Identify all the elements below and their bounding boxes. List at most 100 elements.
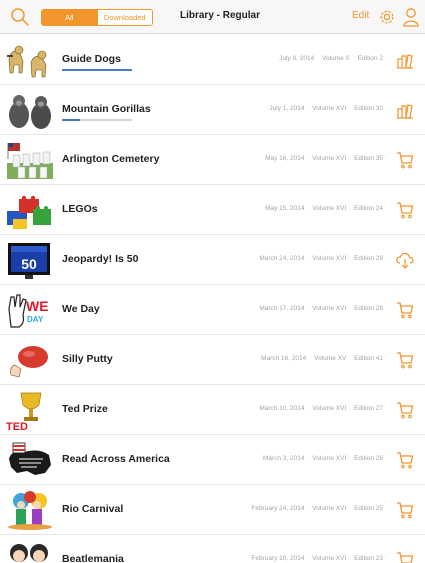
rio-carnival-thumbnail [8, 491, 52, 530]
cart-icon[interactable] [395, 350, 415, 370]
item-title: Guide Dogs [62, 53, 121, 65]
item-date: July 8, 2014 [279, 55, 315, 62]
item-edition: Edition 35 [354, 155, 383, 162]
item-edition: Edition 27 [354, 405, 383, 412]
segment-downloaded[interactable]: Downloaded [96, 10, 152, 25]
page-title: Library - Regular [179, 10, 261, 21]
item-meta: July 8, 2014 Volume S Edition 2 [273, 55, 383, 62]
cart-icon[interactable] [395, 300, 415, 320]
list-item-ted-prize[interactable]: TED Ted Prize March 10, 2014 Volume XVI … [0, 385, 425, 435]
item-volume: Volume XVI [312, 255, 347, 262]
cart-icon[interactable] [395, 450, 415, 470]
cart-icon[interactable] [395, 400, 415, 420]
item-edition: Edition 30 [354, 105, 383, 112]
list-item-rio-carnival[interactable]: Rio Carnival February 24, 2014 Volume XV… [0, 485, 425, 535]
item-date: May 15, 2014 [265, 205, 305, 212]
filter-segmented-control: All Downloaded [41, 9, 153, 26]
item-meta: May 16, 2014 Volume XVI Edition 35 [259, 155, 383, 162]
progress-fill [62, 69, 132, 71]
item-edition: Edition 24 [354, 205, 383, 212]
we-day-we-text: WE [26, 298, 49, 314]
item-title: Read Across America [62, 453, 170, 465]
item-title: Jeopardy! Is 50 [62, 253, 139, 265]
list-item-legos[interactable]: LEGOs May 15, 2014 Volume XVI Edition 24 [0, 185, 425, 235]
guide-dogs-thumbnail [7, 45, 47, 78]
list-item-guide-dogs[interactable]: Guide Dogs July 8, 2014 Volume S Edition… [0, 35, 425, 85]
user-icon[interactable] [402, 7, 420, 27]
search-icon[interactable] [10, 7, 30, 27]
item-edition: Edition 29 [354, 255, 383, 262]
gear-icon[interactable] [378, 8, 396, 26]
progress-fill [62, 119, 80, 121]
item-title: Rio Carnival [62, 503, 124, 515]
item-title: Ted Prize [62, 403, 108, 415]
item-meta: February 24, 2014 Volume XVI Edition 25 [245, 505, 383, 512]
legos-thumbnail [7, 195, 51, 229]
arlington-cemetery-thumbnail [7, 143, 53, 179]
item-title: Mountain Gorillas [62, 103, 151, 115]
list-item-we-day[interactable]: WE DAY We Day March 17, 2014 Volume XVI … [0, 285, 425, 335]
item-date: February 24, 2014 [251, 505, 305, 512]
item-edition: Edition 41 [354, 355, 383, 362]
jeopardy-thumbnail: 50 [8, 243, 50, 279]
item-meta: July 1, 2014 Volume XVI Edition 30 [263, 105, 383, 112]
item-meta: February 10, 2014 Volume XVI Edition 23 [245, 555, 383, 562]
item-date: July 1, 2014 [269, 105, 305, 112]
item-volume: Volume S [322, 55, 350, 62]
item-meta: March 10, 2014 Volume XVI Edition 27 [253, 405, 383, 412]
list-item-jeopardy[interactable]: 50 Jeopardy! Is 50 March 24, 2014 Volume… [0, 235, 425, 285]
item-meta: March 17, 2014 Volume XVI Edition 28 [253, 305, 383, 312]
cart-icon[interactable] [395, 550, 415, 563]
item-meta: May 15, 2014 Volume XVI Edition 24 [259, 205, 383, 212]
item-date: March 16, 2014 [261, 355, 307, 362]
item-date: May 16, 2014 [265, 155, 305, 162]
item-title: We Day [62, 303, 100, 315]
item-edition: Edition 2 [357, 55, 383, 62]
item-volume: Volume XV [314, 355, 347, 362]
item-volume: Volume XVI [312, 105, 347, 112]
item-date: February 10, 2014 [251, 555, 305, 562]
item-volume: Volume XVI [312, 405, 347, 412]
item-meta: March 16, 2014 Volume XV Edition 41 [255, 355, 383, 362]
item-meta: March 24, 2014 Volume XVI Edition 29 [253, 255, 383, 262]
item-edition: Edition 23 [354, 555, 383, 562]
list-item-mountain-gorillas[interactable]: Mountain Gorillas July 1, 2014 Volume XV… [0, 85, 425, 135]
item-title: Silly Putty [62, 353, 113, 365]
list-item-beatlemania[interactable]: Beatlemania February 10, 2014 Volume XVI… [0, 535, 425, 563]
item-date: March 10, 2014 [259, 405, 305, 412]
library-icon[interactable] [395, 50, 415, 70]
mountain-gorillas-thumbnail [9, 95, 51, 129]
item-edition: Edition 25 [354, 505, 383, 512]
ted-logo-text: TED [6, 421, 28, 431]
item-volume: Volume XVI [312, 555, 347, 562]
item-meta: March 3, 2014 Volume XVI Edition 26 [257, 455, 383, 462]
cart-icon[interactable] [395, 200, 415, 220]
cloud-download-icon[interactable] [395, 250, 415, 270]
jeopardy-badge-text: 50 [21, 256, 37, 272]
item-volume: Volume XVI [312, 205, 347, 212]
cart-icon[interactable] [395, 150, 415, 170]
item-edition: Edition 28 [354, 305, 383, 312]
item-title: Beatlemania [62, 553, 124, 563]
item-title: Arlington Cemetery [62, 153, 160, 165]
list-item-silly-putty[interactable]: Silly Putty March 16, 2014 Volume XV Edi… [0, 335, 425, 385]
we-day-day-text: DAY [27, 315, 44, 324]
item-volume: Volume XVI [312, 505, 347, 512]
read-across-america-thumbnail [9, 442, 51, 475]
download-progress-bar [62, 119, 132, 121]
item-date: March 17, 2014 [259, 305, 305, 312]
list-item-arlington-cemetery[interactable]: Arlington Cemetery May 16, 2014 Volume X… [0, 135, 425, 185]
edit-button[interactable]: Edit [352, 10, 369, 21]
download-progress-bar [62, 69, 132, 71]
segment-all[interactable]: All [42, 10, 97, 25]
item-volume: Volume XVI [312, 305, 347, 312]
library-icon[interactable] [395, 100, 415, 120]
silly-putty-thumbnail [10, 346, 48, 378]
list-item-read-across-america[interactable]: Read Across America March 3, 2014 Volume… [0, 435, 425, 485]
item-volume: Volume XVI [312, 155, 347, 162]
item-edition: Edition 26 [354, 455, 383, 462]
cart-icon[interactable] [395, 500, 415, 520]
item-volume: Volume XVI [312, 455, 347, 462]
ted-prize-thumbnail: TED [6, 392, 42, 431]
beatlemania-thumbnail [10, 544, 48, 562]
